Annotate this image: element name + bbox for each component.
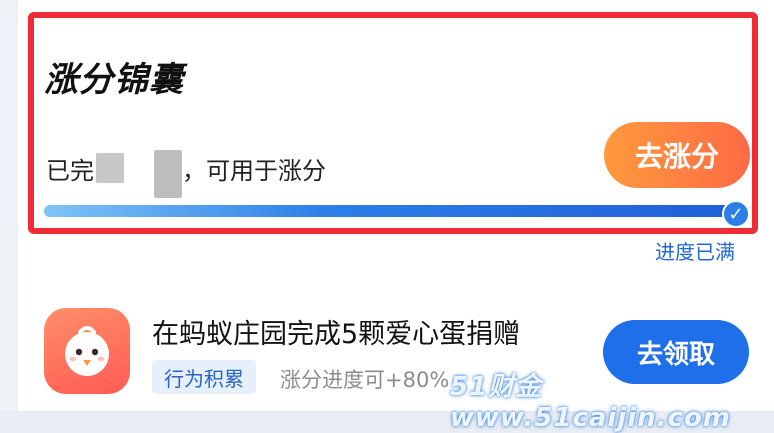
progress-status: 进度已满 bbox=[655, 240, 735, 264]
watermark: 51财金www.51caijin.com bbox=[450, 372, 731, 433]
highlight-box bbox=[28, 12, 758, 234]
left-edge bbox=[0, 0, 18, 411]
task-tag: 行为积累 bbox=[152, 360, 256, 394]
chick-icon bbox=[44, 308, 130, 394]
credit-tips-card: 涨分锦囊 已完 ，可用于涨分 去涨分 ✓ 进度已满 在蚂蚁庄园完成5颗爱心蛋捐赠… bbox=[0, 0, 774, 433]
task-desc: 涨分进度可+80% bbox=[280, 368, 450, 392]
task-title: 在蚂蚁庄园完成5颗爱心蛋捐赠 bbox=[152, 319, 521, 350]
